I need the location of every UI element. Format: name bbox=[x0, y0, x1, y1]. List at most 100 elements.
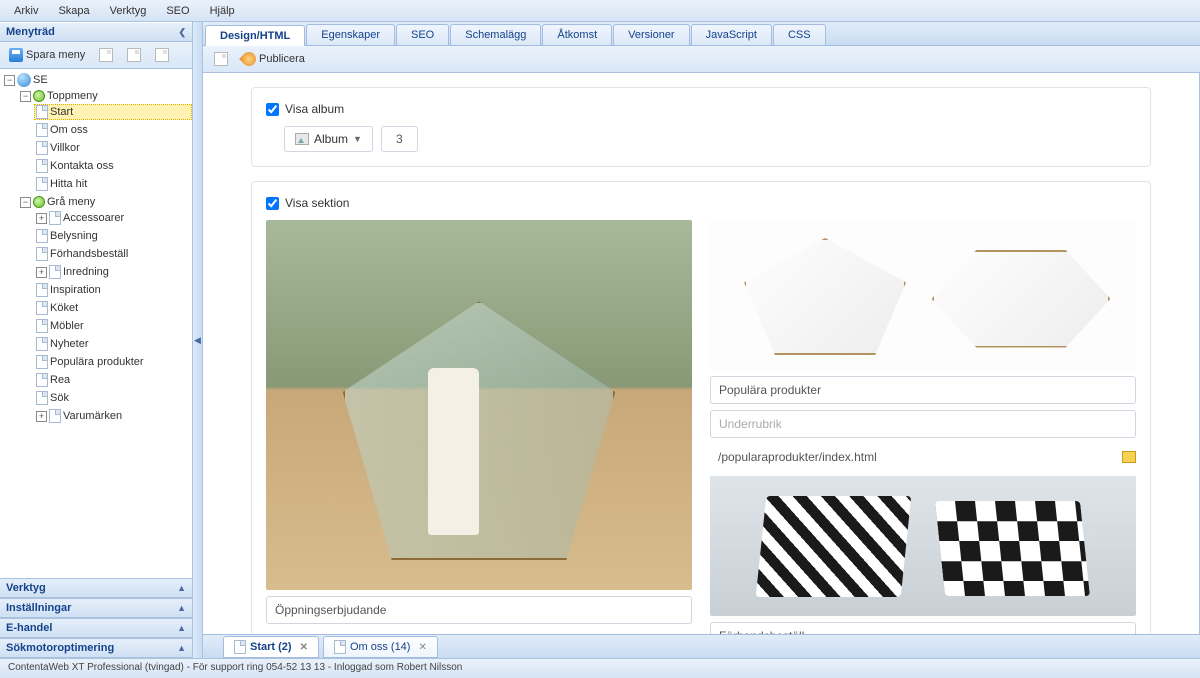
close-icon[interactable]: ✕ bbox=[414, 642, 426, 653]
album-card: Visa album Album ▼ 3 bbox=[251, 87, 1151, 167]
tree-item-start[interactable]: Start bbox=[34, 104, 192, 120]
doc-tab-label: Start (2) bbox=[250, 641, 292, 653]
browse-icon[interactable] bbox=[1122, 451, 1136, 463]
doc-tab-omoss[interactable]: Om oss (14) ✕ bbox=[323, 636, 438, 658]
doc-icon bbox=[49, 211, 61, 225]
expand-icon: ▲ bbox=[177, 583, 186, 593]
page-icon bbox=[127, 48, 141, 62]
tab-design[interactable]: Design/HTML bbox=[205, 25, 305, 46]
tab-css[interactable]: CSS bbox=[773, 24, 826, 45]
show-album-label: Visa album bbox=[285, 102, 344, 116]
tree-item-kontakta[interactable]: Kontakta oss bbox=[34, 158, 192, 174]
save-menu-button[interactable]: Spara meny bbox=[4, 45, 90, 65]
section-right-col bbox=[710, 220, 1136, 634]
doc-icon bbox=[36, 319, 48, 333]
doc-icon bbox=[36, 123, 48, 137]
tab-schemalagg[interactable]: Schemalägg bbox=[450, 24, 541, 45]
doc-icon bbox=[49, 409, 61, 423]
tab-atkomst[interactable]: Åtkomst bbox=[542, 24, 612, 45]
tree-item[interactable]: Sök bbox=[34, 390, 192, 406]
sidebar-bottom-panels: Verktyg▲ Inställningar▲ E-handel▲ Sökmot… bbox=[0, 578, 192, 658]
menu-arkiv[interactable]: Arkiv bbox=[4, 2, 48, 20]
show-album-checkbox[interactable]: Visa album bbox=[266, 102, 1136, 116]
menubar: Arkiv Skapa Verktyg SEO Hjälp bbox=[0, 0, 1200, 22]
tree-root-se[interactable]: −SE bbox=[2, 72, 192, 88]
panel-seo[interactable]: Sökmotoroptimering▲ bbox=[0, 638, 192, 658]
tree-tool-2[interactable] bbox=[122, 45, 146, 65]
tree-tool-1[interactable] bbox=[94, 45, 118, 65]
album-count: 3 bbox=[381, 126, 418, 152]
toggle-icon[interactable]: + bbox=[36, 267, 47, 278]
tree-item[interactable]: Belysning bbox=[34, 228, 192, 244]
tree-grameny[interactable]: −Grå meny bbox=[18, 195, 192, 209]
toggle-icon[interactable]: − bbox=[4, 75, 15, 86]
section-right-sub-input[interactable] bbox=[710, 410, 1136, 438]
close-icon[interactable]: ✕ bbox=[296, 642, 308, 653]
menu-verktyg[interactable]: Verktyg bbox=[100, 2, 157, 20]
doc-icon bbox=[36, 301, 48, 315]
tab-egenskaper[interactable]: Egenskaper bbox=[306, 24, 395, 45]
section-right-path-row bbox=[710, 444, 1136, 470]
tree-item-villkor[interactable]: Villkor bbox=[34, 140, 192, 156]
content-area: Design/HTML Egenskaper SEO Schemalägg Åt… bbox=[203, 22, 1200, 658]
tab-versioner[interactable]: Versioner bbox=[613, 24, 689, 45]
doc-icon bbox=[36, 283, 48, 297]
menu-skapa[interactable]: Skapa bbox=[48, 2, 99, 20]
tree-item[interactable]: Möbler bbox=[34, 318, 192, 334]
doc-tab-start[interactable]: Start (2) ✕ bbox=[223, 636, 319, 658]
panel-ehandel[interactable]: E-handel▲ bbox=[0, 618, 192, 638]
tree-item-omoss[interactable]: Om oss bbox=[34, 122, 192, 138]
page-icon bbox=[214, 52, 228, 66]
tab-javascript[interactable]: JavaScript bbox=[691, 24, 772, 45]
toggle-icon[interactable]: − bbox=[20, 91, 31, 102]
tree-item[interactable]: Förhandsbeställ bbox=[34, 246, 192, 262]
tree-item[interactable]: +Inredning bbox=[34, 264, 192, 280]
panel-verktyg[interactable]: Verktyg▲ bbox=[0, 578, 192, 598]
tree-item[interactable]: Köket bbox=[34, 300, 192, 316]
panel-menytrad[interactable]: Menyträd ❮ bbox=[0, 22, 192, 42]
doc-icon bbox=[234, 640, 246, 654]
menu-hjalp[interactable]: Hjälp bbox=[200, 2, 245, 20]
tree-item[interactable]: Populära produkter bbox=[34, 354, 192, 370]
tree-tool-3[interactable] bbox=[150, 45, 174, 65]
show-section-label: Visa sektion bbox=[285, 196, 349, 210]
tree-item[interactable]: Inspiration bbox=[34, 282, 192, 298]
menu-tree: −SE −Toppmeny Start Om oss Villkor Konta… bbox=[0, 69, 192, 578]
doc-icon bbox=[36, 229, 48, 243]
tree-item[interactable]: Rea bbox=[34, 372, 192, 388]
show-section-input[interactable] bbox=[266, 197, 279, 210]
design-canvas[interactable]: Visa album Album ▼ 3 Visa sektion bbox=[203, 73, 1200, 634]
section-card: Visa sektion bbox=[251, 181, 1151, 634]
doc-icon bbox=[36, 159, 48, 173]
disk-icon bbox=[9, 48, 23, 62]
section-left-image[interactable] bbox=[266, 220, 692, 590]
tree-item[interactable]: +Accessoarer bbox=[34, 210, 192, 226]
collapse-icon: ❮ bbox=[178, 27, 186, 38]
folder-green-icon bbox=[33, 90, 45, 102]
album-dropdown[interactable]: Album ▼ bbox=[284, 126, 373, 152]
toggle-icon[interactable]: − bbox=[20, 197, 31, 208]
panel-installningar[interactable]: Inställningar▲ bbox=[0, 598, 192, 618]
section-right-bottom-title-input[interactable] bbox=[710, 622, 1136, 634]
sidebar-collapser[interactable]: ◀ bbox=[193, 22, 203, 658]
tree-toppmeny[interactable]: −Toppmeny bbox=[18, 89, 192, 103]
tree-item[interactable]: +Varumärken bbox=[34, 408, 192, 424]
section-right-path-input[interactable] bbox=[710, 444, 1116, 470]
section-right-image-2[interactable] bbox=[710, 476, 1136, 616]
toggle-icon[interactable]: + bbox=[36, 213, 47, 224]
show-album-input[interactable] bbox=[266, 103, 279, 116]
tree-item[interactable]: Nyheter bbox=[34, 336, 192, 352]
toggle-icon[interactable]: + bbox=[36, 411, 47, 422]
menu-seo[interactable]: SEO bbox=[156, 2, 199, 20]
section-left-title-input[interactable] bbox=[266, 596, 692, 624]
publish-button[interactable]: Publicera bbox=[237, 49, 310, 69]
section-right-title-input[interactable] bbox=[710, 376, 1136, 404]
editor-tabs: Design/HTML Egenskaper SEO Schemalägg Åt… bbox=[203, 22, 1200, 46]
panel-title: Menyträd bbox=[6, 26, 55, 38]
section-right-image-1[interactable] bbox=[710, 220, 1136, 370]
show-section-checkbox[interactable]: Visa sektion bbox=[266, 196, 1136, 210]
tree-item-hitta[interactable]: Hitta hit bbox=[34, 176, 192, 192]
toolbar-prev[interactable] bbox=[209, 49, 233, 69]
publish-toolbar: Publicera bbox=[203, 46, 1200, 73]
tab-seo[interactable]: SEO bbox=[396, 24, 449, 45]
